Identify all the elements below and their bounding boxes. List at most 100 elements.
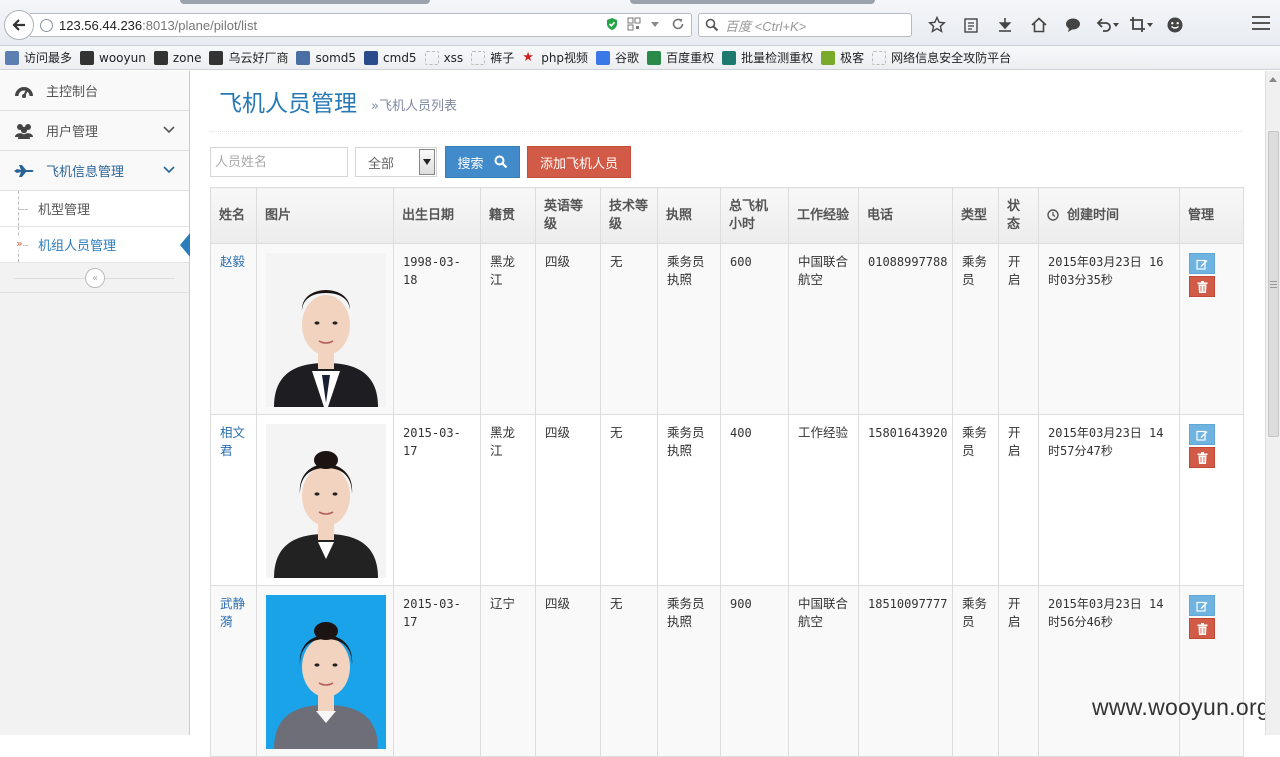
bookmark-item[interactable]: 极客	[821, 49, 864, 66]
shield-icon[interactable]	[605, 17, 619, 31]
browser-toolbar: 123.56.44.236:8013/plane/pilot/list 百度 <…	[0, 0, 1280, 46]
bookmark-item[interactable]: 批量检测重权	[722, 49, 813, 66]
table-header-label: 籍贯	[489, 207, 516, 223]
table-header-label: 类型	[961, 207, 988, 223]
plane-icon	[14, 164, 34, 177]
search-placeholder: 百度 <Ctrl+K>	[725, 18, 807, 34]
crew-license-cell: 乘务员执照	[657, 243, 721, 415]
sidebar-collapse-button[interactable]: «	[85, 268, 105, 288]
back-button[interactable]	[4, 10, 34, 40]
bookmark-icon	[5, 50, 19, 65]
edit-button[interactable]	[1189, 424, 1215, 445]
sidebar-item-users[interactable]: 用户管理	[0, 111, 189, 151]
bookmark-item[interactable]: 谷歌	[596, 49, 639, 66]
sidebar-item-plane-info[interactable]: 飞机信息管理	[0, 151, 189, 191]
bookmark-star-icon[interactable]	[920, 14, 954, 36]
bookmark-item[interactable]: 访问最多	[5, 49, 72, 66]
sidebar-item-dashboard[interactable]: 主控制台	[0, 71, 189, 111]
crew-photo-cell	[256, 414, 394, 586]
bookmark-item[interactable]: somd5	[296, 50, 356, 65]
table-header-label: 管理	[1188, 207, 1215, 223]
type-select[interactable]: 全部	[355, 147, 437, 177]
crew-photo-cell	[256, 243, 394, 415]
chevron-down-icon	[163, 126, 175, 134]
bookmark-label: 网络信息安全攻防平台	[891, 51, 1012, 65]
scroll-up-icon[interactable]	[1269, 77, 1277, 82]
crew-license-cell: 乘务员执照	[657, 414, 721, 586]
back-arrow-icon	[12, 19, 25, 31]
star-icon: ★	[522, 49, 534, 65]
leaf-icon	[722, 50, 737, 65]
delete-button[interactable]	[1189, 447, 1215, 468]
sidebar-subitem-crew[interactable]: » 机组人员管理	[0, 227, 190, 263]
crew-name-link[interactable]: 相文君	[220, 425, 245, 458]
geek-icon	[821, 50, 836, 65]
crew-name-cell: 赵毅	[210, 243, 257, 415]
sidebar-subitem-aircraft-types[interactable]: 机型管理	[0, 191, 189, 227]
table-header-cell: 类型	[952, 187, 999, 244]
undo-icon[interactable]	[1090, 14, 1124, 36]
crew-tech-cell: 无	[600, 243, 658, 415]
bookmark-item[interactable]: zone	[153, 50, 201, 65]
bookmark-item[interactable]: 网络信息安全攻防平台	[872, 49, 1011, 66]
bookmark-item[interactable]: ★ php视频	[522, 49, 588, 66]
leaf-icon	[647, 50, 662, 65]
table-header-cell: 状态	[998, 187, 1039, 244]
table-header-cell: 技术等级	[600, 187, 658, 244]
crew-hours-cell: 400	[720, 414, 789, 586]
bookmark-item[interactable]: cmd5	[364, 50, 417, 65]
crew-experience-cell: 工作经验	[788, 414, 859, 586]
bookmark-item[interactable]: wooyun	[80, 50, 146, 65]
type-select-value: 全部	[368, 156, 395, 172]
crew-name-link[interactable]: 武静漪	[220, 596, 245, 629]
chat-icon[interactable]	[1056, 14, 1090, 36]
add-crew-button-label: 添加飞机人员	[539, 156, 618, 172]
delete-button[interactable]	[1189, 276, 1215, 297]
bookmark-item[interactable]: xss	[424, 50, 463, 65]
crew-experience-cell: 中国联合航空	[788, 243, 859, 415]
bookmark-label: 裤子	[490, 51, 515, 65]
edit-button[interactable]	[1189, 253, 1215, 274]
bookmark-label: php视频	[541, 51, 589, 65]
table-header-label: 创建时间	[1067, 207, 1120, 223]
table-header-label: 工作经验	[797, 207, 850, 223]
crew-name-link[interactable]: 赵毅	[220, 254, 245, 269]
browser-menu-icon[interactable]	[1252, 16, 1270, 34]
select-arrow-icon	[419, 149, 435, 175]
qr-icon[interactable]	[627, 17, 641, 31]
crew-experience-cell: 中国联合航空	[788, 585, 859, 757]
download-icon[interactable]	[988, 14, 1022, 36]
sidebar-item-label: 飞机信息管理	[46, 165, 125, 180]
page-scrollbar[interactable]	[1265, 71, 1280, 735]
table-header-cell: 工作经验	[788, 187, 859, 244]
screenshot-crop-icon[interactable]	[1124, 14, 1158, 36]
add-crew-button[interactable]: 添加飞机人员	[527, 146, 631, 178]
reload-icon[interactable]	[671, 17, 685, 31]
page-subtitle: »飞机人员列表	[371, 98, 457, 114]
bookmark-item[interactable]: 裤子	[471, 49, 514, 66]
home-icon[interactable]	[1022, 14, 1056, 36]
smiley-icon[interactable]	[1158, 14, 1192, 36]
delete-button[interactable]	[1189, 618, 1215, 639]
edit-button[interactable]	[1189, 595, 1215, 616]
reading-list-icon[interactable]	[954, 14, 988, 36]
bookmark-label: 批量检测重权	[741, 51, 814, 65]
crew-photo-cell	[256, 585, 394, 757]
trash-icon	[1197, 280, 1207, 293]
table-header-label: 姓名	[219, 207, 246, 223]
table-header-label: 电话	[867, 207, 894, 223]
page-icon	[424, 50, 439, 65]
address-bar[interactable]: 123.56.44.236:8013/plane/pilot/list	[30, 13, 692, 37]
crew-english-cell: 四级	[535, 243, 601, 415]
page-title: 飞机人员管理	[219, 91, 357, 117]
bookmark-item[interactable]: 乌云好厂商	[209, 49, 288, 66]
bookmark-label: cmd5	[383, 50, 417, 65]
dropdown-icon[interactable]	[649, 17, 663, 31]
crew-type-cell: 乘务员	[952, 243, 999, 415]
search-button[interactable]: 搜索	[445, 146, 520, 178]
name-search-input[interactable]	[210, 147, 348, 177]
bookmark-item[interactable]: 百度重权	[647, 49, 714, 66]
search-box[interactable]: 百度 <Ctrl+K>	[698, 13, 912, 37]
bookmark-label: 乌云好厂商	[228, 51, 289, 65]
edit-icon	[1196, 601, 1208, 612]
